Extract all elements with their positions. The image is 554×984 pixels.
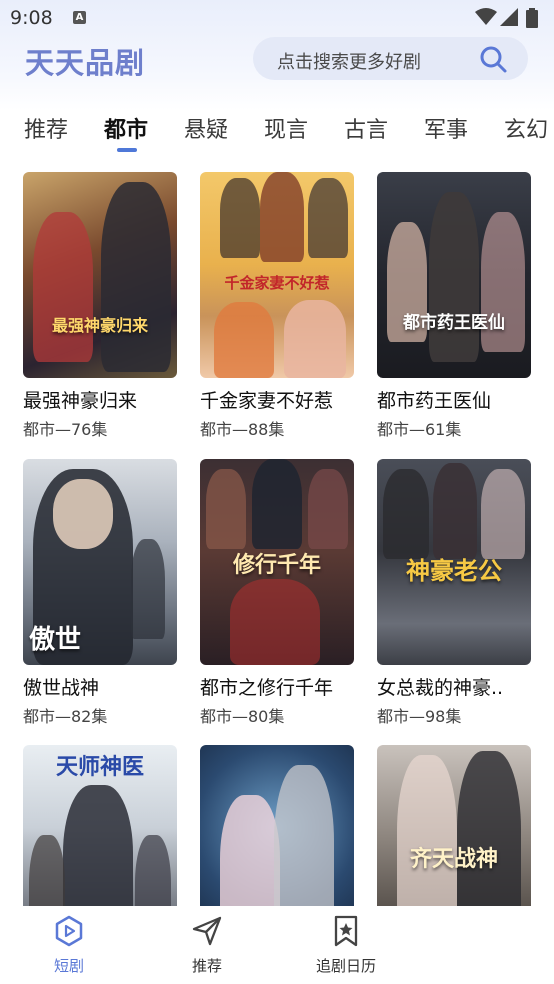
drama-poster[interactable]: 傲世 bbox=[23, 459, 177, 665]
search-bar[interactable]: 点击搜索更多好剧 bbox=[253, 37, 528, 80]
drama-card[interactable]: 修行千年 都市之修行千年 都市—80集 bbox=[200, 459, 355, 727]
tab-modern-romance[interactable]: 现言 bbox=[264, 112, 308, 144]
tab-urban[interactable]: 都市 bbox=[104, 112, 148, 144]
poster-figure bbox=[33, 212, 93, 362]
play-icon bbox=[55, 915, 83, 947]
status-bar: 9:08 A bbox=[0, 0, 554, 36]
drama-title: 女总裁的神豪.. bbox=[377, 677, 504, 699]
drama-meta: 都市—80集 bbox=[200, 707, 285, 726]
drama-poster[interactable]: 修行千年 bbox=[200, 459, 354, 665]
drama-poster[interactable]: 都市药王医仙 bbox=[377, 172, 531, 378]
poster-figure bbox=[457, 751, 521, 906]
drama-meta: 都市—98集 bbox=[377, 707, 462, 726]
nav-item-calendar[interactable]: 追剧日历 bbox=[301, 914, 391, 976]
nav-label: 短剧 bbox=[53, 957, 84, 975]
poster-figure bbox=[284, 300, 346, 378]
wifi-icon bbox=[475, 8, 497, 25]
drama-title: 千金家妻不好惹 bbox=[200, 390, 334, 412]
poster-figure bbox=[308, 178, 348, 258]
drama-meta: 都市—61集 bbox=[377, 420, 462, 439]
drama-card[interactable]: 齐天战神 bbox=[377, 745, 532, 906]
poster-figure bbox=[274, 765, 334, 906]
bookmark-star-icon bbox=[334, 915, 358, 947]
drama-card[interactable]: 傲世 傲世战神 都市—82集 bbox=[23, 459, 178, 727]
drama-poster[interactable]: 神豪老公 bbox=[377, 459, 531, 665]
poster-caption: 傲世 bbox=[29, 625, 82, 655]
drama-card[interactable]: 神豪老公 女总裁的神豪.. 都市—98集 bbox=[377, 459, 532, 727]
drama-poster[interactable] bbox=[200, 745, 354, 906]
app-title: 天天品剧 bbox=[25, 46, 146, 80]
poster-figure bbox=[397, 755, 457, 906]
poster-caption: 天师神医 bbox=[55, 755, 144, 780]
battery-icon bbox=[526, 8, 538, 28]
nav-label: 追剧日历 bbox=[315, 957, 376, 975]
drama-title: 傲世战神 bbox=[23, 677, 100, 699]
poster-figure bbox=[206, 469, 246, 549]
tab-ancient-romance[interactable]: 古言 bbox=[344, 112, 388, 144]
tab-military[interactable]: 军事 bbox=[424, 112, 468, 144]
send-icon bbox=[192, 916, 222, 946]
active-tab-indicator bbox=[117, 148, 137, 152]
bottom-navigation: 短剧 推荐 追剧日历 bbox=[0, 906, 554, 984]
drama-card[interactable]: 千金家妻不好惹 千金家妻不好惹 都市—88集 bbox=[200, 172, 355, 440]
poster-figure bbox=[230, 579, 320, 665]
drama-title: 都市药王医仙 bbox=[377, 390, 492, 412]
drama-poster[interactable]: 千金家妻不好惹 bbox=[200, 172, 354, 378]
drama-card[interactable]: 天师神医 bbox=[23, 745, 178, 906]
tab-recommend[interactable]: 推荐 bbox=[24, 112, 68, 144]
drama-meta: 都市—76集 bbox=[23, 420, 108, 439]
poster-figure bbox=[260, 172, 304, 262]
nav-item-recommend[interactable]: 推荐 bbox=[162, 914, 252, 976]
poster-caption: 都市药王医仙 bbox=[403, 313, 505, 333]
cell-signal-icon bbox=[500, 8, 518, 26]
poster-figure bbox=[214, 302, 274, 378]
notification-a-icon: A bbox=[73, 11, 86, 24]
poster-figure bbox=[308, 469, 348, 549]
drama-title: 最强神豪归来 bbox=[23, 390, 138, 412]
poster-figure bbox=[433, 463, 477, 559]
poster-figure bbox=[63, 785, 133, 906]
search-placeholder: 点击搜索更多好剧 bbox=[277, 52, 421, 73]
poster-figure bbox=[383, 469, 429, 559]
drama-poster[interactable]: 齐天战神 bbox=[377, 745, 531, 906]
nav-label: 推荐 bbox=[191, 957, 222, 975]
poster-figure bbox=[481, 469, 525, 559]
poster-figure bbox=[101, 182, 171, 372]
status-time: 9:08 bbox=[10, 7, 53, 29]
drama-poster[interactable]: 天师神医 bbox=[23, 745, 177, 906]
drama-meta: 都市—82集 bbox=[23, 707, 108, 726]
nav-item-shorts[interactable]: 短剧 bbox=[24, 914, 114, 976]
drama-card[interactable] bbox=[200, 745, 355, 906]
tab-fantasy[interactable]: 玄幻 bbox=[504, 112, 548, 144]
category-tabs: 推荐 都市 悬疑 现言 古言 军事 玄幻 bbox=[0, 108, 554, 156]
drama-card[interactable]: 都市药王医仙 都市药王医仙 都市—61集 bbox=[377, 172, 532, 440]
tab-suspense[interactable]: 悬疑 bbox=[184, 112, 228, 144]
poster-face bbox=[53, 479, 113, 549]
poster-figure bbox=[252, 459, 302, 549]
drama-grid: 最强神豪归来 最强神豪归来 都市—76集 千金家妻不好惹 千金家妻不好惹 都市—… bbox=[0, 172, 554, 906]
drama-poster[interactable]: 最强神豪归来 bbox=[23, 172, 177, 378]
drama-title: 都市之修行千年 bbox=[200, 677, 334, 699]
poster-caption: 千金家妻不好惹 bbox=[224, 274, 330, 292]
drama-meta: 都市—88集 bbox=[200, 420, 285, 439]
poster-figure bbox=[29, 835, 65, 906]
poster-caption: 齐天战神 bbox=[409, 847, 498, 872]
poster-caption: 修行千年 bbox=[232, 553, 321, 578]
poster-figure bbox=[220, 795, 280, 906]
drama-card[interactable]: 最强神豪归来 最强神豪归来 都市—76集 bbox=[23, 172, 178, 440]
poster-figure bbox=[220, 178, 260, 258]
poster-caption: 神豪老公 bbox=[406, 557, 502, 585]
poster-figure bbox=[429, 192, 479, 362]
poster-figure bbox=[135, 835, 171, 906]
poster-caption: 最强神豪归来 bbox=[51, 316, 148, 335]
search-icon[interactable] bbox=[478, 44, 508, 74]
